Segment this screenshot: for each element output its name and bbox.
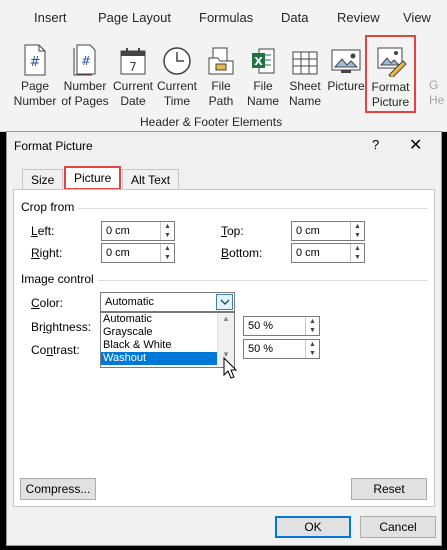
picture-tab-panel: Crop from Left: 0 cm ▲ ▼ Top: 0 cm ▲ ▼ Rig… bbox=[13, 189, 435, 507]
spinner-arrows-icon[interactable]: ▲ ▼ bbox=[350, 244, 364, 262]
right-label: Right: bbox=[31, 246, 63, 260]
image-control-separator bbox=[98, 280, 428, 281]
svg-text:#: # bbox=[81, 54, 91, 68]
ribbon-group-label: Header & Footer Elements bbox=[140, 115, 283, 129]
picture-button[interactable]: Picture bbox=[326, 38, 366, 94]
chevron-down-icon[interactable] bbox=[216, 294, 233, 310]
sheet-name-button[interactable]: Sheet Name bbox=[286, 38, 324, 109]
tab-alt-text[interactable]: Alt Text bbox=[122, 169, 180, 190]
reset-button[interactable]: Reset bbox=[351, 478, 427, 500]
file-path-button[interactable]: File Path bbox=[202, 38, 240, 109]
tab-view[interactable]: View bbox=[403, 10, 431, 25]
current-time-button[interactable]: Current Time bbox=[155, 38, 199, 109]
color-option-selected[interactable]: Washout bbox=[101, 352, 217, 365]
ribbon-tabs: Insert Page Layout Formulas Data Review … bbox=[0, 0, 447, 34]
tab-page-layout[interactable]: Page Layout bbox=[98, 10, 171, 25]
svg-text:X: X bbox=[254, 55, 263, 68]
calendar-icon: 7 bbox=[111, 38, 155, 76]
spinner-arrows-icon[interactable]: ▲ ▼ bbox=[160, 244, 174, 262]
sheet-grid-icon bbox=[286, 38, 324, 76]
color-option[interactable]: Black & White bbox=[101, 339, 234, 352]
clock-icon bbox=[155, 38, 199, 76]
ribbon: Insert Page Layout Formulas Data Review … bbox=[0, 0, 447, 132]
file-name-button[interactable]: X File Name bbox=[243, 38, 283, 109]
folder-icon bbox=[202, 38, 240, 76]
svg-text:#: # bbox=[30, 55, 41, 70]
help-button[interactable]: ? bbox=[372, 137, 379, 152]
tab-insert[interactable]: Insert bbox=[34, 10, 67, 25]
cancel-button[interactable]: Cancel bbox=[360, 516, 436, 538]
left-label: Left: bbox=[31, 224, 55, 238]
mouse-cursor-icon bbox=[223, 356, 238, 382]
format-picture-dialog: Format Picture ? ✕ Size Picture Alt Text… bbox=[6, 131, 442, 546]
ok-button[interactable]: OK bbox=[275, 516, 351, 538]
brightness-spinner[interactable]: 50 % ▲ ▼ bbox=[243, 316, 320, 336]
brightness-label: Brightness: bbox=[31, 320, 92, 334]
crop-separator bbox=[78, 208, 428, 209]
spinner-arrows-icon[interactable]: ▲ ▼ bbox=[160, 222, 174, 240]
spinner-arrows-icon[interactable]: ▲ ▼ bbox=[350, 222, 364, 240]
number-of-pages-icon: # bbox=[61, 38, 109, 76]
svg-text:7: 7 bbox=[129, 60, 137, 74]
compress-button[interactable]: Compress... bbox=[20, 478, 96, 500]
color-label: Color: bbox=[31, 296, 64, 310]
spinner-arrows-icon[interactable]: ▲ ▼ bbox=[305, 340, 319, 358]
spinner-arrows-icon[interactable]: ▲ ▼ bbox=[305, 317, 319, 335]
picture-icon bbox=[326, 38, 366, 76]
right-crop-spinner[interactable]: 0 cm ▲ ▼ bbox=[101, 243, 175, 263]
color-dropdown-list: Automatic Grayscale Black & White Washou… bbox=[100, 312, 235, 368]
current-date-button[interactable]: 7 Current Date bbox=[111, 38, 155, 109]
format-picture-button[interactable]: Format Picture bbox=[365, 35, 416, 113]
color-option[interactable]: Automatic bbox=[101, 313, 234, 326]
contrast-label: Contrast: bbox=[31, 343, 80, 357]
crop-from-heading: Crop from bbox=[21, 200, 75, 214]
page-number-icon: # bbox=[12, 38, 58, 76]
tab-data[interactable]: Data bbox=[281, 10, 308, 25]
left-crop-spinner[interactable]: 0 cm ▲ ▼ bbox=[101, 221, 175, 241]
top-crop-spinner[interactable]: 0 cm ▲ ▼ bbox=[291, 221, 365, 241]
excel-file-icon: X bbox=[243, 38, 283, 76]
contrast-spinner[interactable]: 50 % ▲ ▼ bbox=[243, 339, 320, 359]
format-picture-icon bbox=[367, 39, 414, 77]
color-select[interactable]: Automatic bbox=[100, 292, 235, 312]
page-number-button[interactable]: # Page Number bbox=[12, 38, 58, 109]
tab-size[interactable]: Size bbox=[22, 169, 64, 190]
color-option[interactable]: Grayscale bbox=[101, 326, 234, 339]
tab-formulas[interactable]: Formulas bbox=[199, 10, 253, 25]
bottom-label: Bottom: bbox=[221, 246, 263, 260]
image-control-heading: Image control bbox=[21, 272, 94, 286]
top-label: Top: bbox=[221, 224, 244, 238]
tab-review[interactable]: Review bbox=[337, 10, 380, 25]
tab-picture[interactable]: Picture bbox=[64, 166, 122, 190]
close-icon[interactable]: ✕ bbox=[409, 135, 422, 155]
bottom-crop-spinner[interactable]: 0 cm ▲ ▼ bbox=[291, 243, 365, 263]
number-of-pages-button[interactable]: # Number of Pages bbox=[61, 38, 109, 109]
dialog-title: Format Picture bbox=[14, 139, 93, 153]
cut-off-button: G He bbox=[429, 78, 445, 107]
